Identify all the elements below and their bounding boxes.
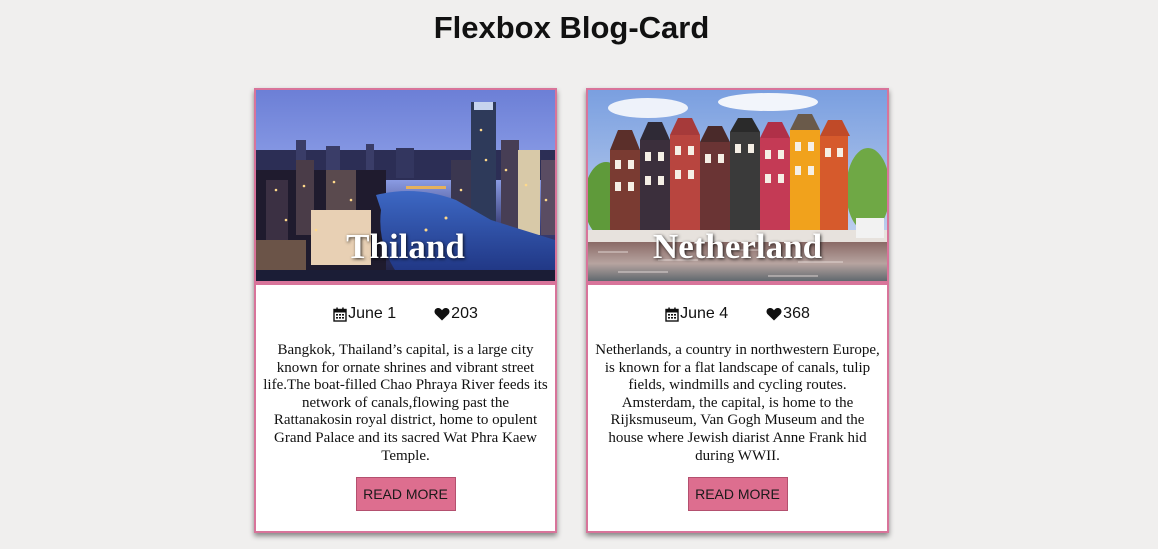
- card-meta: June 1 203: [256, 305, 555, 323]
- date-text: June 1: [348, 305, 397, 322]
- date-text: June 4: [680, 305, 729, 322]
- likes-count: 203: [451, 305, 478, 322]
- blog-card-netherland: Netherland June 4 368 Netherlands, a cou…: [586, 88, 889, 533]
- card-description: Netherlands, a country in northwestern E…: [595, 342, 880, 464]
- heart-icon: [434, 307, 450, 321]
- heart-icon: [766, 307, 782, 321]
- page-title: Flexbox Blog-Card: [433, 10, 710, 45]
- card-meta: June 4 368: [588, 305, 887, 323]
- card-image-thailand: Thiland: [256, 90, 555, 285]
- date-meta: June 1: [333, 305, 396, 323]
- calendar-icon: [665, 307, 679, 322]
- likes-meta: 203: [434, 305, 478, 323]
- likes-count: 368: [783, 305, 810, 322]
- date-meta: June 4: [665, 305, 728, 323]
- card-description: Bangkok, Thailand’s capital, is a large …: [263, 342, 548, 464]
- card-image-netherland: Netherland: [588, 90, 887, 285]
- blog-card-thailand: Thiland June 1 203 Bangkok, Thailand’s c…: [254, 88, 557, 533]
- likes-meta: 368: [766, 305, 810, 323]
- card-caption: Netherland: [652, 227, 823, 266]
- read-more-button[interactable]: READ MORE: [687, 477, 788, 511]
- card-caption: Thiland: [346, 227, 465, 266]
- read-more-button[interactable]: READ MORE: [355, 477, 456, 511]
- calendar-icon: [333, 307, 347, 322]
